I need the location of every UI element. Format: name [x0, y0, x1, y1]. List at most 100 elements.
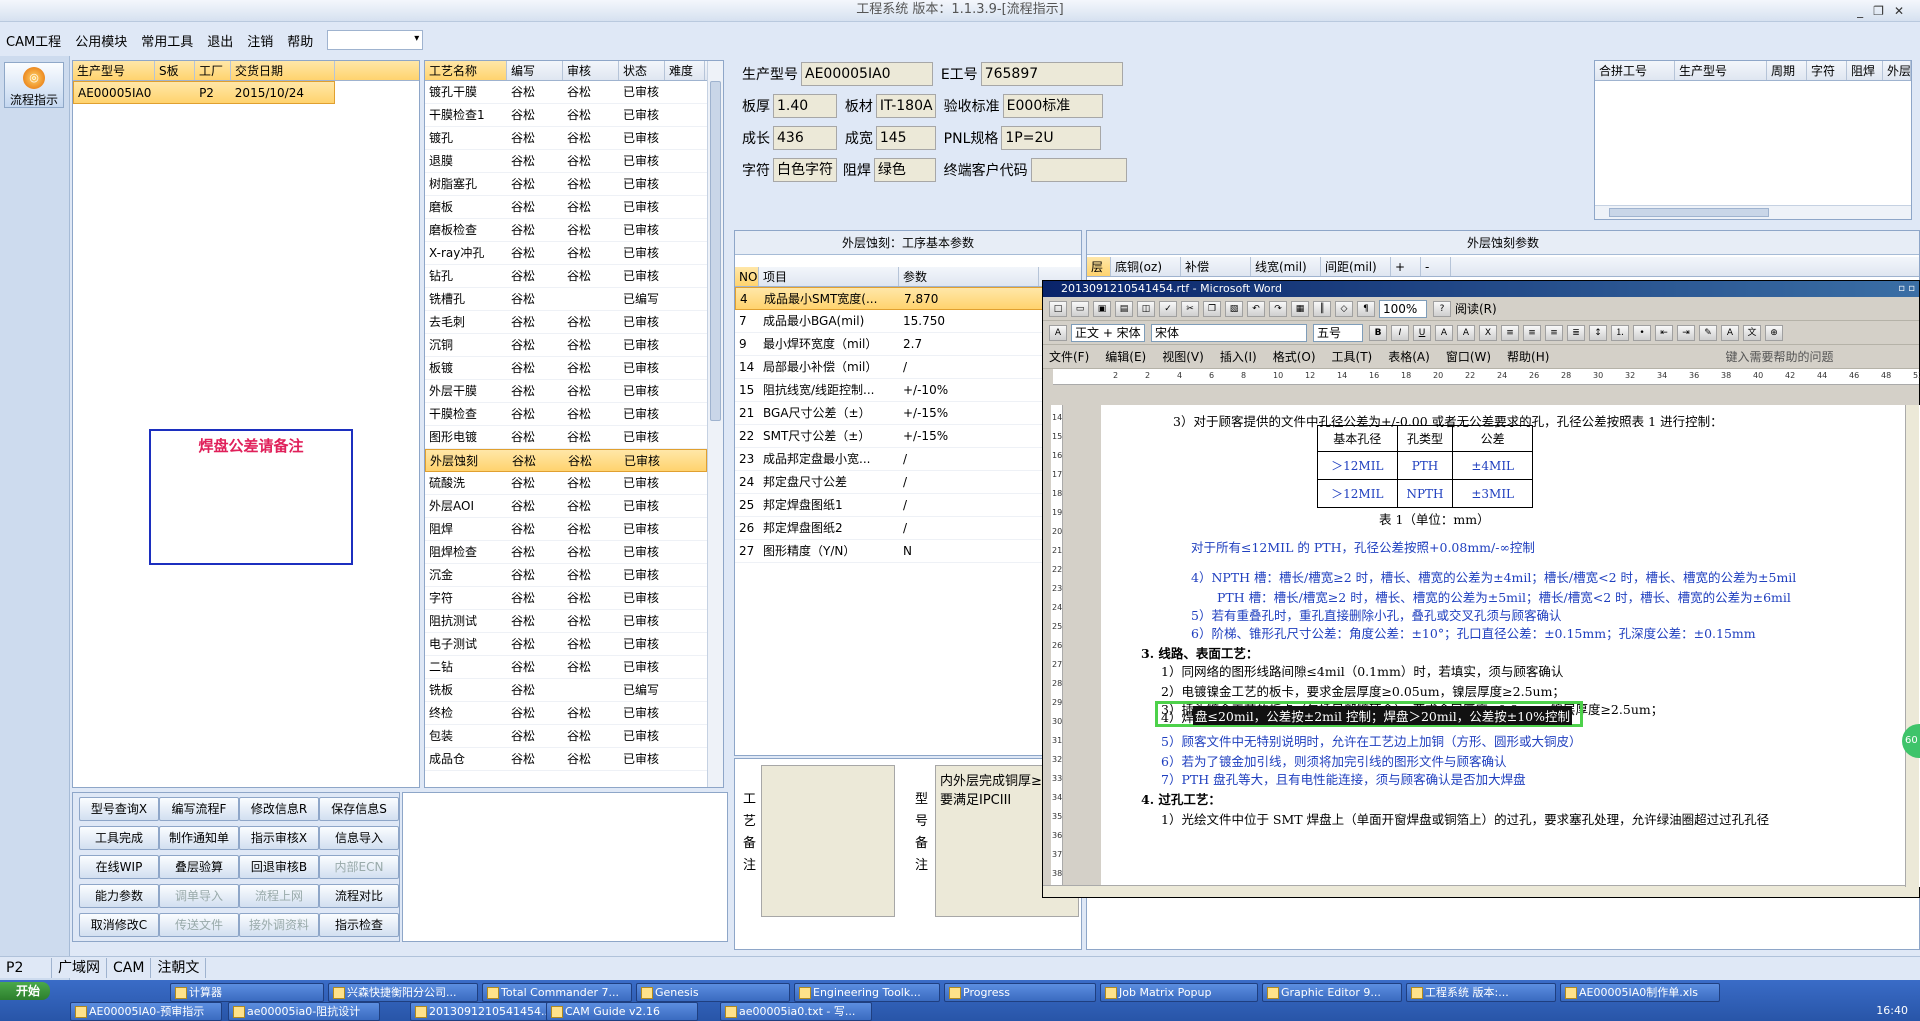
word-menu-view[interactable]: 视图(V) [1162, 348, 1204, 365]
process-note-field[interactable] [761, 765, 895, 917]
col-layer[interactable]: 层 [1087, 257, 1111, 276]
table-row[interactable]: 外层蚀刻 谷松 谷松 已审核 [425, 449, 707, 472]
table-row[interactable]: 图形电镀 谷松 谷松 已审核 [425, 426, 707, 449]
menu-tools[interactable]: 常用工具 [141, 29, 193, 52]
taskbar-item[interactable]: ae00005ia0-阻抗设计 [228, 1002, 380, 1021]
align-left-icon[interactable]: ≡ [1501, 324, 1519, 341]
word-menu-format[interactable]: 格式(O) [1273, 348, 1316, 365]
table-row[interactable]: 去毛刺 谷松 谷松 已审核 [425, 311, 707, 334]
pnl-field[interactable]: 1P=2U [1001, 126, 1102, 150]
style-dropdown[interactable]: 正文 + 宋体 [1071, 323, 1145, 342]
bold-icon[interactable]: B [1369, 324, 1387, 341]
col-delivery-date[interactable]: 交货日期 [231, 61, 335, 80]
col-prod-no[interactable]: 生产型号 [73, 61, 155, 80]
customer-code-field[interactable] [1030, 158, 1127, 182]
table-row[interactable]: 阻抗测试 谷松 谷松 已审核 [425, 610, 707, 633]
param-row[interactable]: 23 成品邦定盘最小宽... / [735, 448, 1065, 471]
taskbar-item[interactable]: AE00005IA0-预审指示 [70, 1002, 222, 1021]
process-scrollbar[interactable] [707, 61, 723, 787]
word-menu-insert[interactable]: 插入(I) [1220, 348, 1257, 365]
col-s-board[interactable]: S板 [155, 61, 195, 80]
param-row[interactable]: 4 成品最小SMT宽度(... 7.870 [735, 287, 1065, 310]
word-hscroll[interactable] [1043, 885, 1919, 897]
cut-icon[interactable]: ✂ [1181, 300, 1199, 317]
thickness-field[interactable]: 1.40 [773, 94, 837, 118]
highlight-icon[interactable]: ✎ [1699, 324, 1717, 341]
word-menu-window[interactable]: 窗口(W) [1446, 348, 1491, 365]
taskbar-item[interactable]: 计算器 [170, 983, 324, 1002]
param-row[interactable]: 21 BGA尺寸公差（±） +/-15% [735, 402, 1065, 425]
font-dropdown[interactable]: 宋体 [1151, 323, 1307, 342]
word-window-controls[interactable]: ▫ ▫ [1898, 281, 1915, 297]
word-menu-tools[interactable]: 工具(T) [1332, 348, 1373, 365]
table-row[interactable]: AE00005IA0 P2 2015/10/24 [73, 81, 335, 104]
taskbar-item[interactable]: Job Matrix Popup [1100, 983, 1258, 1002]
showhide-icon[interactable]: ¶ [1357, 300, 1375, 317]
table-row[interactable]: 镀孔 谷松 谷松 已审核 [425, 127, 707, 150]
col-param[interactable]: 参数 [899, 267, 1039, 286]
param-row[interactable]: 24 邦定盘尺寸公差 / [735, 471, 1065, 494]
table-row[interactable]: 包装 谷松 谷松 已审核 [425, 725, 707, 748]
char-border-icon[interactable]: A [1435, 324, 1453, 341]
param-row[interactable]: 27 图形精度（Y/N） N [735, 540, 1065, 563]
action-button[interactable]: 型号查询X [79, 797, 159, 821]
taskbar-item[interactable]: 2013091210541454... [410, 1002, 562, 1021]
help-search-hint[interactable]: 键入需要帮助的问题 [1725, 348, 1833, 365]
vertical-ruler[interactable]: 14 15 16 17 18 19 20 21 22 23 24 25 26 27 28 29 30 31 32 33… [1051, 405, 1063, 887]
tab-zhuchao[interactable]: 注朝文 [151, 957, 207, 978]
table-row[interactable]: 电子测试 谷松 谷松 已审核 [425, 633, 707, 656]
table-row[interactable]: 硫酸洗 谷松 谷松 已审核 [425, 472, 707, 495]
table-row[interactable]: 退膜 谷松 谷松 已审核 [425, 150, 707, 173]
action-button[interactable]: 保存信息S [319, 797, 399, 821]
taskbar-item[interactable]: Engineering Toolk... [794, 983, 940, 1002]
action-button[interactable]: 在线WIP [79, 855, 159, 879]
param-row[interactable]: 15 阻抗线宽/线距控制... +/-10% [735, 379, 1065, 402]
col-line-width[interactable]: 线宽(mil) [1251, 257, 1321, 276]
horizontal-ruler[interactable]: 2 2 4 6 8 10 12 14 16 18 20 22 24 26 28 30 32 34 36 38 40 42 4… [1053, 369, 1920, 385]
col-merge-no[interactable]: 合拼工号 [1595, 61, 1675, 80]
menu-public[interactable]: 公用模块 [75, 29, 127, 52]
action-button[interactable]: 能力参数 [79, 884, 159, 908]
undo-icon[interactable]: ↶ [1247, 300, 1265, 317]
table-row[interactable]: 沉铜 谷松 谷松 已审核 [425, 334, 707, 357]
action-button[interactable]: 叠层验算 [159, 855, 239, 879]
taskbar-item[interactable]: ae00005ia0.txt - 写... [720, 1002, 872, 1021]
line-spacing-icon[interactable]: ↕ [1589, 324, 1607, 341]
save-icon[interactable]: ▣ [1093, 300, 1111, 317]
table-row[interactable]: 干膜检查 谷松 谷松 已审核 [425, 403, 707, 426]
columns-icon[interactable]: ║ [1313, 300, 1331, 317]
col-merge-prod[interactable]: 生产型号 [1675, 61, 1767, 80]
word-menu-edit[interactable]: 编辑(E) [1105, 348, 1146, 365]
numbering-icon[interactable]: ⒈ [1611, 324, 1629, 341]
print-icon[interactable]: ▤ [1115, 300, 1133, 317]
word-menu-table[interactable]: 表格(A) [1388, 348, 1430, 365]
table-row[interactable]: 镀孔干膜 谷松 谷松 已审核 [425, 81, 707, 104]
document-page[interactable]: 3）对于顾客提供的文件中孔径公差为+/-0.00 或者无公差要求的孔，孔径公差按… [1101, 405, 1920, 887]
table-row[interactable]: X-ray冲孔 谷松 谷松 已审核 [425, 242, 707, 265]
table-row[interactable]: 阻焊检查 谷松 谷松 已审核 [425, 541, 707, 564]
reading-mode-button[interactable]: 阅读(R) [1455, 300, 1497, 317]
action-button[interactable]: 指示检查 [319, 913, 399, 937]
action-button[interactable]: 工具完成 [79, 826, 159, 850]
col-plus[interactable]: + [1391, 257, 1421, 276]
col-char[interactable]: 字符 [1807, 61, 1847, 80]
action-button[interactable]: 回退审核B [239, 855, 319, 879]
action-button[interactable]: 信息导入 [319, 826, 399, 850]
char-shade-icon[interactable]: A [1457, 324, 1475, 341]
taskbar-item[interactable]: CAM Guide v2.16 [546, 1002, 698, 1021]
spell-icon[interactable]: ✓ [1159, 300, 1177, 317]
col-mask[interactable]: 阻焊 [1847, 61, 1883, 80]
param-row[interactable]: 22 SMT尺寸公差（±） +/-15% [735, 425, 1065, 448]
start-button[interactable]: 开始 [0, 982, 50, 1000]
param-row[interactable]: 26 邦定焊盘图纸2/ [735, 517, 1065, 540]
col-item[interactable]: 项目 [759, 267, 899, 286]
font-color-icon[interactable]: A [1721, 324, 1739, 341]
table-row[interactable]: 二钻 谷松 谷松 已审核 [425, 656, 707, 679]
standard-field[interactable]: E000标准 [1002, 94, 1103, 118]
col-writer[interactable]: 编写 [507, 61, 563, 80]
col-minus[interactable]: - [1421, 257, 1451, 276]
new-icon[interactable]: □ [1049, 300, 1067, 317]
table-row[interactable]: 树脂塞孔 谷松 谷松 已审核 [425, 173, 707, 196]
tab-p2[interactable]: P2 [0, 957, 52, 978]
taskbar-item[interactable]: Progress [944, 983, 1096, 1002]
